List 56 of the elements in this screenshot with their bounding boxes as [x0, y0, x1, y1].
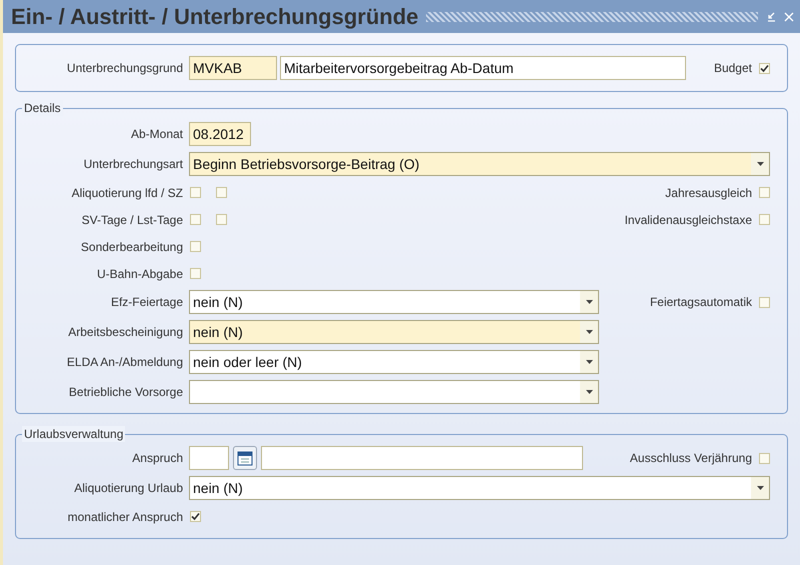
checkbox[interactable]: [759, 296, 770, 308]
option-label: Budget: [714, 60, 752, 77]
text-field[interactable]: [261, 446, 583, 470]
calendar-icon: [237, 450, 253, 466]
caret-icon: [586, 330, 592, 334]
checkbox[interactable]: [190, 214, 201, 225]
field-label: Betriebliche Vorsorge: [68, 384, 184, 401]
checkbox[interactable]: [759, 187, 770, 198]
checkbox[interactable]: [759, 62, 770, 74]
field-label: Aliquotierung Urlaub: [73, 480, 184, 497]
check-icon: [191, 512, 200, 521]
minimize-icon[interactable]: [766, 12, 776, 22]
field-label: Unterbrechungsgrund: [66, 60, 184, 77]
checkbox[interactable]: [190, 511, 201, 522]
description-field[interactable]: Mitarbeitervorsorgebeitrag Ab-Datum: [280, 56, 686, 80]
code-field[interactable]: MVKAB: [189, 56, 277, 80]
field-label: monatlicher Anspruch: [66, 508, 184, 526]
checkbox[interactable]: [216, 187, 227, 198]
dropdown[interactable]: [189, 380, 599, 404]
caret-icon: [586, 390, 592, 394]
field-label: Efz-Feiertage: [110, 294, 184, 311]
close-icon[interactable]: [784, 12, 794, 22]
option-label: Invalidenausgleichstaxe: [624, 212, 752, 228]
field-label: Anspruch: [131, 450, 184, 467]
window-title: Ein- / Austritt- / Unterbrechungsgründe: [11, 3, 418, 31]
field-label: Arbeitsbescheinigung: [67, 324, 184, 341]
checkbox[interactable]: [759, 452, 770, 464]
checkbox[interactable]: [190, 241, 201, 252]
checkbox[interactable]: [190, 187, 201, 198]
field-label: U-Bahn-Abgabe: [96, 266, 184, 282]
field-label: Sonderbearbeitung: [80, 238, 184, 256]
caret-icon: [756, 486, 764, 490]
field-label: Ab-Monat: [130, 126, 184, 143]
amount-field[interactable]: [189, 446, 229, 470]
checkbox[interactable]: [190, 268, 201, 279]
caret-icon: [586, 360, 592, 364]
field-label: ELDA An-/Abmeldung: [66, 354, 184, 371]
field-label: Aliquotierung lfd / SZ: [70, 184, 184, 202]
option-label: Ausschluss Verjährung: [630, 450, 752, 467]
calendar-button[interactable]: [233, 446, 257, 470]
dropdown[interactable]: nein (N): [189, 290, 599, 314]
checkbox[interactable]: [759, 214, 770, 225]
dropdown[interactable]: nein (N): [189, 476, 770, 500]
group-legend: Urlaubsverwaltung: [22, 426, 126, 442]
field-label: SV-Tage / Lst-Tage: [80, 212, 184, 228]
option-label: Jahresausgleich: [665, 184, 752, 202]
field-label: Unterbrechungsart: [82, 156, 184, 173]
option-label: Feiertagsautomatik: [650, 294, 752, 311]
caret-icon: [586, 300, 592, 304]
check-icon: [760, 64, 769, 72]
dropdown[interactable]: nein (N): [189, 320, 599, 344]
dropdown[interactable]: nein oder leer (N): [189, 350, 599, 374]
month-field[interactable]: 08.2012: [189, 122, 251, 146]
caret-icon: [756, 162, 764, 166]
checkbox[interactable]: [216, 214, 227, 225]
dropdown[interactable]: Beginn Betriebsvorsorge-Beitrag (O): [189, 152, 770, 176]
